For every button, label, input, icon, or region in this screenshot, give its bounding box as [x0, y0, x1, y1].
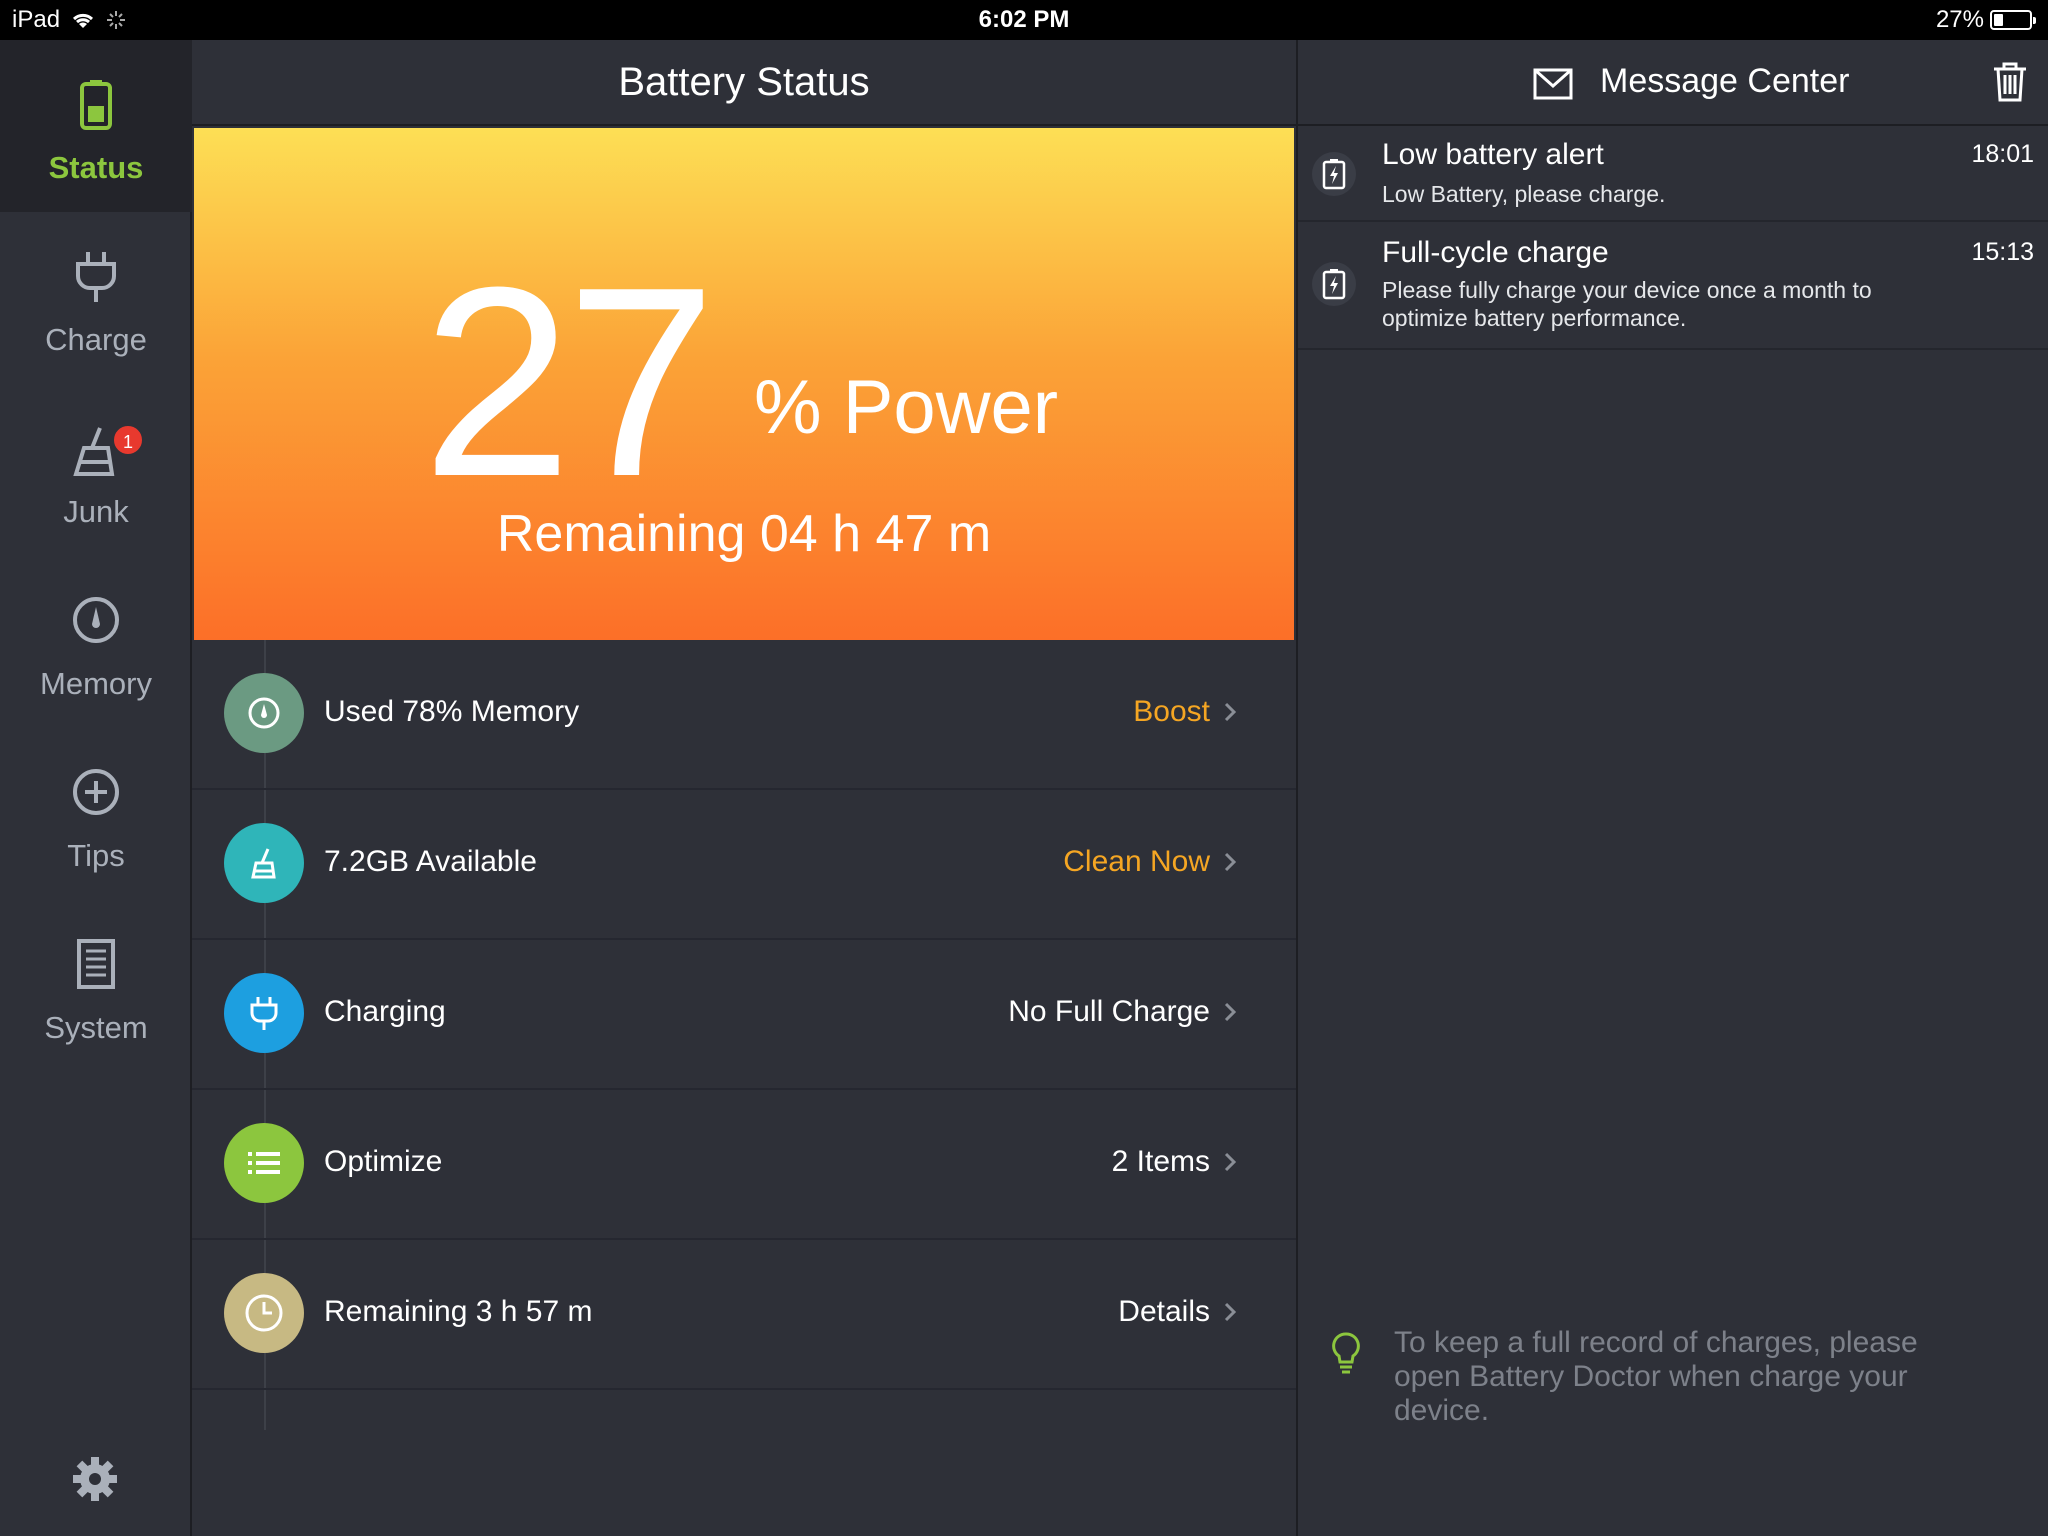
row-storage[interactable]: 7.2GB Available Clean Now — [192, 790, 1296, 940]
gear-icon[interactable] — [70, 1454, 120, 1504]
row-memory[interactable]: Used 78% Memory Boost — [192, 640, 1296, 790]
battery-level-fill — [1994, 14, 2004, 26]
row-action-label: Boost — [1133, 695, 1210, 728]
mail-icon — [1533, 68, 1573, 100]
sidebar: Status Charge 1 Junk Memory Tips System — [0, 40, 192, 1536]
boost-button[interactable]: Boost — [1133, 695, 1240, 729]
clock: 6:02 PM — [978, 6, 1070, 33]
sidebar-item-status[interactable]: Status — [0, 40, 192, 212]
plug-icon — [250, 997, 278, 1030]
battery-indicator-icon — [1990, 10, 2036, 30]
sidebar-item-label: Status — [48, 150, 144, 185]
row-action-label: No Full Charge — [1008, 995, 1210, 1028]
sidebar-item-system[interactable]: System — [0, 900, 192, 1072]
gauge-icon — [73, 597, 119, 643]
sidebar-item-tips[interactable]: Tips — [0, 728, 192, 900]
clock-icon — [245, 1294, 283, 1332]
power-hero: 27 % Power Remaining 04 h 47 m — [194, 128, 1294, 640]
plus-circle-icon — [73, 769, 119, 815]
row-icon-bg — [224, 823, 304, 903]
row-icon-bg — [224, 1273, 304, 1353]
lightbulb-icon — [1332, 1332, 1360, 1374]
message-item[interactable]: Full-cycle charge Please fully charge yo… — [1298, 222, 2048, 350]
message-item[interactable]: Low battery alert Low Battery, please ch… — [1298, 126, 2048, 222]
row-icon-bg — [224, 973, 304, 1053]
details-button[interactable]: Details — [1118, 1295, 1240, 1329]
junk-badge: 1 — [112, 424, 144, 456]
sidebar-item-charge[interactable]: Charge — [0, 212, 192, 384]
row-label: Optimize — [324, 1145, 443, 1178]
row-charging[interactable]: Charging No Full Charge — [192, 940, 1296, 1090]
gauge-icon — [248, 697, 280, 729]
sidebar-item-label: Memory — [40, 666, 152, 701]
row-remaining[interactable]: Remaining 3 h 57 m Details — [192, 1240, 1296, 1390]
row-action-label: Clean Now — [1063, 845, 1210, 878]
sidebar-item-label: Junk — [63, 494, 129, 529]
chevron-right-icon — [1224, 702, 1237, 722]
message-title: Full-cycle charge — [1382, 236, 1609, 269]
row-optimize[interactable]: Optimize 2 Items — [192, 1090, 1296, 1240]
no-full-charge-button[interactable]: No Full Charge — [1008, 995, 1240, 1029]
row-action-label: 2 Items — [1111, 1145, 1210, 1178]
battery-percent: 27% — [1935, 6, 1984, 33]
page-title: Battery Status — [618, 60, 870, 104]
remaining-time: Remaining 04 h 47 m — [496, 505, 992, 563]
chevron-right-icon — [1224, 1152, 1237, 1172]
status-bar: iPad 6:02 PM 27% — [0, 0, 2048, 40]
sidebar-item-junk[interactable]: 1 Junk — [0, 384, 192, 556]
sidebar-item-memory[interactable]: Memory — [0, 556, 192, 728]
sidebar-item-label: System — [44, 1010, 148, 1045]
chevron-right-icon — [1224, 852, 1237, 872]
row-icon-bg — [224, 673, 304, 753]
message-time: 15:13 — [1971, 238, 2034, 266]
status-bar-right: 27% — [1935, 6, 2036, 34]
optimize-items-button[interactable]: 2 Items — [1112, 1145, 1240, 1179]
message-title: Low battery alert — [1382, 138, 1604, 171]
plug-icon — [76, 252, 116, 302]
main-header: Battery Status — [192, 40, 1296, 126]
chevron-right-icon — [1224, 1002, 1237, 1022]
row-action-label: Details — [1118, 1295, 1210, 1328]
row-label: Charging — [324, 995, 446, 1028]
main-content: Battery Status 27 % Power Remaining 04 h… — [192, 40, 1296, 1536]
sidebar-item-label: Charge — [45, 322, 147, 357]
battery-charge-icon — [1312, 152, 1356, 196]
trash-icon[interactable] — [1990, 60, 2030, 104]
battery-charge-icon — [1312, 262, 1356, 306]
message-center-panel: Message Center Low battery alert Low Bat… — [1296, 40, 2048, 1536]
message-body: Low Battery, please charge. — [1382, 181, 1666, 207]
sidebar-item-label: Tips — [67, 838, 125, 873]
row-label: 7.2GB Available — [324, 845, 537, 878]
broom-icon — [251, 848, 276, 879]
power-value: 27 — [422, 232, 716, 533]
battery-icon — [80, 80, 112, 130]
power-unit: % Power — [754, 365, 1059, 450]
row-label: Remaining 3 h 57 m — [324, 1295, 593, 1328]
chevron-right-icon — [1224, 1302, 1237, 1322]
message-body: Please fully charge your device once a m… — [1382, 277, 1872, 331]
list-icon — [248, 1152, 280, 1174]
clean-now-button[interactable]: Clean Now — [1063, 845, 1240, 879]
document-icon — [77, 939, 115, 989]
row-label: Used 78% Memory — [324, 695, 580, 728]
panel-title: Message Center — [1600, 62, 1850, 100]
tip-text: To keep a full record of charges, please… — [1394, 1326, 1918, 1427]
row-icon-bg — [224, 1123, 304, 1203]
message-time: 18:01 — [1971, 140, 2034, 168]
panel-header: Message Center — [1298, 40, 2048, 126]
